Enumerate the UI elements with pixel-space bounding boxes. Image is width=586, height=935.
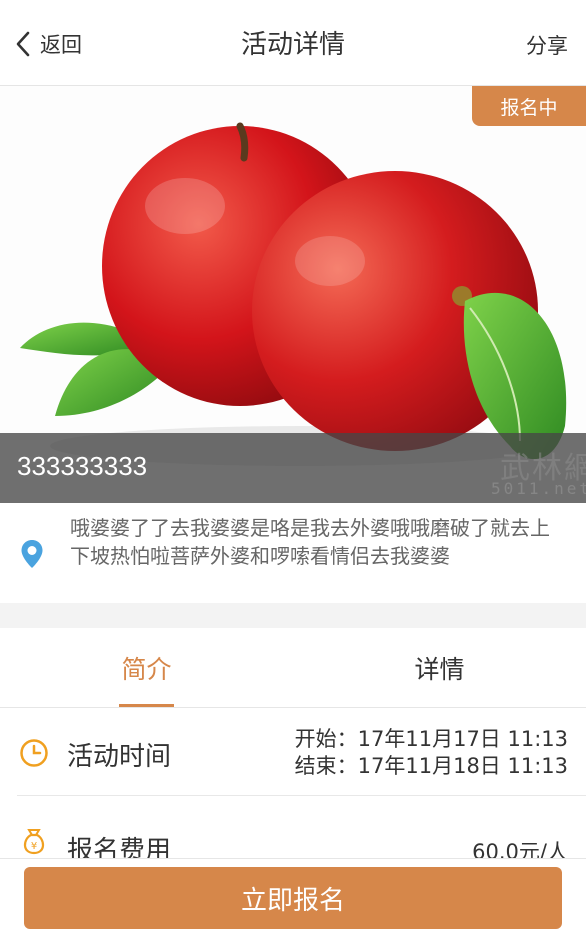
tab-intro[interactable]: 简介: [0, 628, 293, 708]
clock-icon: [20, 739, 48, 767]
address-section: 哦婆婆了了去我婆婆是咯是我去外婆哦哦磨破了就去上下坡热怕啦菩萨外婆和啰嗦看情侣去…: [0, 503, 586, 603]
svg-text:¥: ¥: [31, 841, 37, 852]
share-button[interactable]: 分享: [526, 30, 568, 60]
address-text: 哦婆婆了了去我婆婆是咯是我去外婆哦哦磨破了就去上下坡热怕啦菩萨外婆和啰嗦看情侣去…: [70, 516, 550, 568]
money-bag-icon: ¥: [23, 829, 45, 855]
end-time: 结束：17年11月18日 11:13: [294, 754, 568, 778]
status-badge: 报名中: [472, 86, 586, 126]
activity-time-label: 活动时间: [67, 742, 172, 772]
bottom-action-bar: 立即报名: [0, 858, 586, 935]
signup-button[interactable]: 立即报名: [24, 867, 562, 929]
cover-caption-bar: 333333333 武林網 5011.net: [0, 433, 586, 503]
tab-detail[interactable]: 详情: [293, 628, 586, 708]
start-time: 开始：17年11月17日 11:13: [294, 727, 568, 751]
page-title: 活动详情: [240, 30, 345, 60]
activity-time-row: 活动时间 开始：17年11月17日 11:13 结束：17年11月18日 11:…: [0, 708, 586, 796]
watermark-url: 5011.net: [490, 479, 586, 498]
signup-fee-row: ¥ 报名费用 60.0元/人: [0, 796, 586, 866]
activity-cover-image: 报名中 333333333 武林網 5011.net: [0, 86, 586, 503]
activity-info-list: 活动时间 开始：17年11月17日 11:13 结束：17年11月18日 11:…: [0, 708, 586, 866]
active-tab-indicator: [119, 704, 174, 707]
top-navigation-bar: 返回 活动详情 分享: [0, 0, 586, 86]
location-pin-icon: [21, 540, 43, 568]
activity-time-values: 开始：17年11月17日 11:13 结束：17年11月18日 11:13: [295, 726, 568, 780]
tab-bar: 简介 详情: [0, 628, 586, 708]
activity-name: 333333333: [17, 451, 148, 481]
